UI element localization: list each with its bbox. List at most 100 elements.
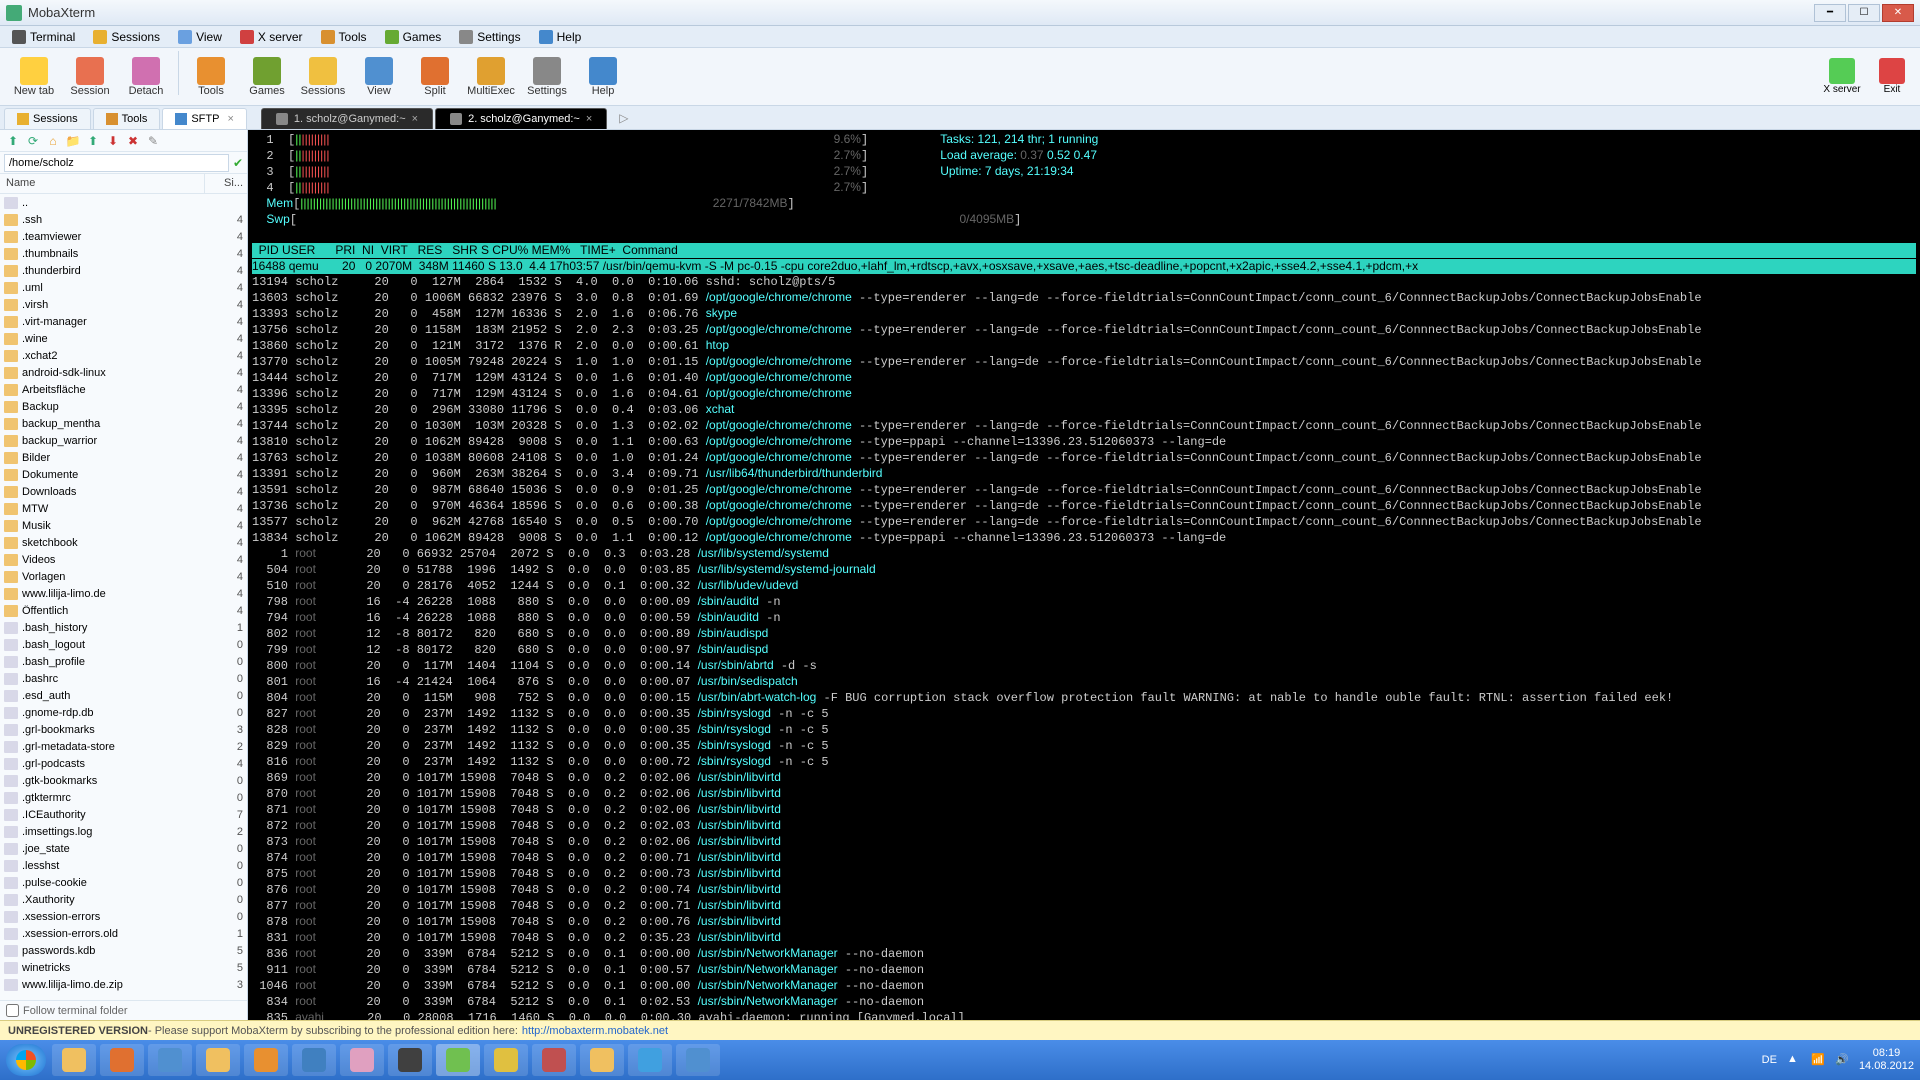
sftp-download-icon[interactable]: ⬇ bbox=[104, 132, 122, 150]
sftp-up-icon[interactable]: ⬆ bbox=[4, 132, 22, 150]
file-row[interactable]: .bashrc0 bbox=[0, 670, 247, 687]
menu-sessions[interactable]: Sessions bbox=[85, 28, 168, 46]
tray-flag-icon[interactable]: ▲ bbox=[1787, 1053, 1801, 1067]
toolbar-exit-button[interactable]: Exit bbox=[1870, 58, 1914, 95]
file-row[interactable]: .xsession-errors.old1 bbox=[0, 925, 247, 942]
file-row[interactable]: .uml4 bbox=[0, 279, 247, 296]
file-row[interactable]: Videos4 bbox=[0, 551, 247, 568]
file-row[interactable]: .thunderbird4 bbox=[0, 262, 247, 279]
session-tab[interactable]: 1. scholz@Ganymed:~× bbox=[261, 108, 433, 129]
sftp-path-ok-icon[interactable]: ✔ bbox=[233, 156, 243, 170]
menu-help[interactable]: Help bbox=[531, 28, 590, 46]
file-row[interactable]: .joe_state0 bbox=[0, 840, 247, 857]
add-tab-button[interactable]: ▷ bbox=[609, 107, 638, 129]
taskbar-app[interactable] bbox=[436, 1044, 480, 1076]
toolbar-settings-button[interactable]: Settings bbox=[519, 51, 575, 103]
sftp-edit-icon[interactable]: ✎ bbox=[144, 132, 162, 150]
toolbar-help-button[interactable]: Help bbox=[575, 51, 631, 103]
taskbar-app[interactable] bbox=[52, 1044, 96, 1076]
toolbar-detach-button[interactable]: Detach bbox=[118, 51, 174, 103]
file-row[interactable]: .gtk-bookmarks0 bbox=[0, 772, 247, 789]
menu-games[interactable]: Games bbox=[377, 28, 450, 46]
file-row[interactable]: backup_warrior4 bbox=[0, 432, 247, 449]
sftp-col-name[interactable]: Name bbox=[0, 174, 205, 193]
follow-folder-checkbox[interactable] bbox=[6, 1004, 19, 1017]
taskbar-app[interactable] bbox=[676, 1044, 720, 1076]
session-tab[interactable]: 2. scholz@Ganymed:~× bbox=[435, 108, 607, 129]
tray-lang[interactable]: DE bbox=[1762, 1054, 1777, 1066]
taskbar-app[interactable] bbox=[340, 1044, 384, 1076]
file-row[interactable]: .bash_history1 bbox=[0, 619, 247, 636]
status-link[interactable]: http://mobaxterm.mobatek.net bbox=[522, 1025, 668, 1037]
file-row[interactable]: Musik4 bbox=[0, 517, 247, 534]
toolbar-new-tab-button[interactable]: New tab bbox=[6, 51, 62, 103]
file-row[interactable]: .bash_profile0 bbox=[0, 653, 247, 670]
file-row[interactable]: passwords.kdb5 bbox=[0, 942, 247, 959]
menu-tools[interactable]: Tools bbox=[313, 28, 375, 46]
side-tab-sftp[interactable]: SFTP× bbox=[162, 108, 247, 129]
toolbar-multiexec-button[interactable]: MultiExec bbox=[463, 51, 519, 103]
taskbar-app[interactable] bbox=[196, 1044, 240, 1076]
file-row[interactable]: www.lilija-limo.de4 bbox=[0, 585, 247, 602]
menu-settings[interactable]: Settings bbox=[451, 28, 528, 46]
sftp-newfolder-icon[interactable]: 📁 bbox=[64, 132, 82, 150]
minimize-button[interactable]: ━ bbox=[1814, 4, 1846, 22]
close-tab-icon[interactable]: × bbox=[586, 113, 592, 125]
sftp-col-size[interactable]: Si... bbox=[205, 174, 247, 193]
taskbar-app[interactable] bbox=[292, 1044, 336, 1076]
file-row[interactable]: .. bbox=[0, 194, 247, 211]
file-row[interactable]: .virsh4 bbox=[0, 296, 247, 313]
file-row[interactable]: Vorlagen4 bbox=[0, 568, 247, 585]
file-row[interactable]: .wine4 bbox=[0, 330, 247, 347]
menu-terminal[interactable]: Terminal bbox=[4, 28, 83, 46]
file-row[interactable]: .lesshst0 bbox=[0, 857, 247, 874]
sftp-delete-icon[interactable]: ✖ bbox=[124, 132, 142, 150]
menu-x-server[interactable]: X server bbox=[232, 28, 311, 46]
sftp-home-icon[interactable]: ⌂ bbox=[44, 132, 62, 150]
file-row[interactable]: .imsettings.log2 bbox=[0, 823, 247, 840]
taskbar-app[interactable] bbox=[100, 1044, 144, 1076]
file-row[interactable]: .grl-podcasts4 bbox=[0, 755, 247, 772]
toolbar-games-button[interactable]: Games bbox=[239, 51, 295, 103]
file-row[interactable]: sketchbook4 bbox=[0, 534, 247, 551]
start-button[interactable] bbox=[6, 1044, 46, 1076]
file-row[interactable]: Downloads4 bbox=[0, 483, 247, 500]
sftp-file-list[interactable]: ...ssh4.teamviewer4.thumbnails4.thunderb… bbox=[0, 194, 247, 1000]
toolbar-tools-button[interactable]: Tools bbox=[183, 51, 239, 103]
file-row[interactable]: backup_mentha4 bbox=[0, 415, 247, 432]
file-row[interactable]: Arbeitsfläche4 bbox=[0, 381, 247, 398]
taskbar-app[interactable] bbox=[388, 1044, 432, 1076]
file-row[interactable]: .ICEauthority7 bbox=[0, 806, 247, 823]
menu-view[interactable]: View bbox=[170, 28, 230, 46]
file-row[interactable]: .grl-bookmarks3 bbox=[0, 721, 247, 738]
taskbar-app[interactable] bbox=[244, 1044, 288, 1076]
file-row[interactable]: Backup4 bbox=[0, 398, 247, 415]
file-row[interactable]: .gnome-rdp.db0 bbox=[0, 704, 247, 721]
close-tab-icon[interactable]: × bbox=[412, 113, 418, 125]
file-row[interactable]: .xsession-errors0 bbox=[0, 908, 247, 925]
tray-clock[interactable]: 08:19 14.08.2012 bbox=[1859, 1047, 1914, 1073]
sftp-upload-icon[interactable]: ⬆ bbox=[84, 132, 102, 150]
file-row[interactable]: .thumbnails4 bbox=[0, 245, 247, 262]
file-row[interactable]: www.lilija-limo.de.zip3 bbox=[0, 976, 247, 993]
side-tab-sessions[interactable]: Sessions bbox=[4, 108, 91, 129]
file-row[interactable]: Dokumente4 bbox=[0, 466, 247, 483]
sftp-refresh-icon[interactable]: ⟳ bbox=[24, 132, 42, 150]
toolbar-sessions-button[interactable]: Sessions bbox=[295, 51, 351, 103]
taskbar-app[interactable] bbox=[628, 1044, 672, 1076]
file-row[interactable]: .xchat24 bbox=[0, 347, 247, 364]
file-row[interactable]: .teamviewer4 bbox=[0, 228, 247, 245]
file-row[interactable]: Öffentlich4 bbox=[0, 602, 247, 619]
close-button[interactable]: ✕ bbox=[1882, 4, 1914, 22]
file-row[interactable]: .ssh4 bbox=[0, 211, 247, 228]
toolbar-split-button[interactable]: Split bbox=[407, 51, 463, 103]
toolbar-x-server-button[interactable]: X server bbox=[1820, 58, 1864, 95]
tray-volume-icon[interactable]: 🔊 bbox=[1835, 1053, 1849, 1067]
tray-network-icon[interactable]: 📶 bbox=[1811, 1053, 1825, 1067]
taskbar-app[interactable] bbox=[532, 1044, 576, 1076]
file-row[interactable]: .virt-manager4 bbox=[0, 313, 247, 330]
file-row[interactable]: Bilder4 bbox=[0, 449, 247, 466]
taskbar-app[interactable] bbox=[580, 1044, 624, 1076]
file-row[interactable]: MTW4 bbox=[0, 500, 247, 517]
toolbar-view-button[interactable]: View bbox=[351, 51, 407, 103]
